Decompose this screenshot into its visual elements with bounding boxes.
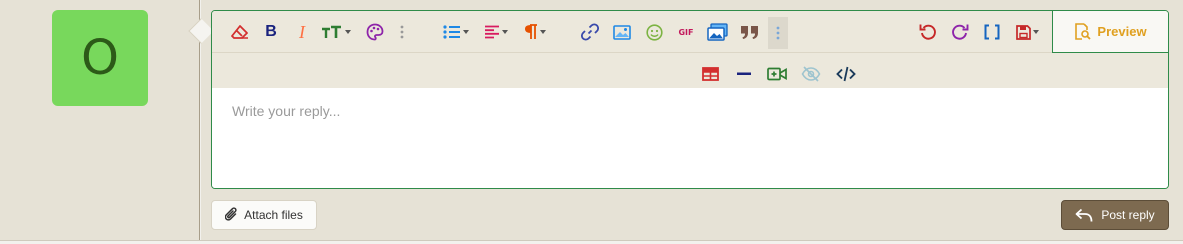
more-text-button[interactable] <box>397 21 407 43</box>
paperclip-icon <box>225 207 237 221</box>
bbcode-toggle-button[interactable] <box>981 21 1003 43</box>
chevron-down-icon <box>1032 30 1039 34</box>
undo-button[interactable] <box>918 21 938 43</box>
code-icon <box>836 66 856 82</box>
bold-button[interactable]: B <box>263 21 279 43</box>
code-button[interactable] <box>835 63 857 85</box>
image-button[interactable] <box>612 21 632 43</box>
preview-icon <box>1075 23 1092 40</box>
quote-button[interactable] <box>739 21 761 43</box>
chevron-down-icon <box>540 30 546 34</box>
align-icon <box>485 25 499 39</box>
undo-icon <box>919 24 936 40</box>
reply-textarea[interactable]: Write your reply... <box>212 88 1168 188</box>
text-color-button[interactable] <box>365 21 385 43</box>
chevron-down-icon <box>502 30 508 34</box>
avatar[interactable]: O <box>52 10 148 106</box>
image-icon <box>613 24 631 40</box>
attach-files-label: Attach files <box>244 208 303 222</box>
paragraph-button[interactable] <box>520 21 550 43</box>
media-button[interactable] <box>706 21 728 43</box>
drafts-button[interactable] <box>1012 21 1042 43</box>
table-icon <box>701 67 719 81</box>
gif-icon: GIF <box>678 27 694 37</box>
remove-format-icon <box>231 25 248 39</box>
editor-toolbar: B I GIF Preview <box>212 11 1168 88</box>
toolbar-row-primary: B I GIF Preview <box>212 11 1168 53</box>
reply-editor: B I GIF Preview Write your reply... <box>211 10 1169 189</box>
list-icon <box>443 25 460 39</box>
chevron-down-icon <box>463 30 469 34</box>
user-column: O <box>0 0 200 240</box>
horizontal-rule-icon <box>737 72 751 75</box>
horizontal-rule-button[interactable] <box>734 63 754 85</box>
post-reply-label: Post reply <box>1101 208 1155 222</box>
reply-icon <box>1075 208 1093 222</box>
spoiler-icon <box>801 66 821 82</box>
avatar-letter: O <box>81 30 119 86</box>
table-button[interactable] <box>700 63 720 85</box>
chevron-down-icon <box>345 30 351 34</box>
bbcode-toggle-icon <box>984 24 1000 40</box>
align-button[interactable] <box>482 21 510 43</box>
remove-format-button[interactable] <box>230 21 250 43</box>
preview-tab[interactable]: Preview <box>1052 11 1168 53</box>
gif-button[interactable]: GIF <box>675 21 697 43</box>
italic-icon: I <box>299 21 305 42</box>
media-icon <box>706 23 728 41</box>
more-text-icon <box>400 25 404 39</box>
bold-icon: B <box>265 23 277 40</box>
link-button[interactable] <box>580 21 600 43</box>
reply-placeholder: Write your reply... <box>232 103 341 119</box>
insert-video-icon <box>767 67 787 81</box>
emoji-button[interactable] <box>644 21 664 43</box>
text-color-icon <box>366 23 384 41</box>
link-icon <box>581 23 599 41</box>
list-button[interactable] <box>441 21 471 43</box>
redo-button[interactable] <box>950 21 970 43</box>
more-insert-button[interactable] <box>768 17 788 49</box>
drafts-icon <box>1015 24 1031 40</box>
spoiler-button[interactable] <box>800 63 822 85</box>
quote-icon <box>741 25 758 39</box>
divider <box>0 240 1183 241</box>
paragraph-icon <box>525 24 537 39</box>
insert-video-button[interactable] <box>766 63 788 85</box>
font-size-icon <box>322 25 341 38</box>
preview-label: Preview <box>1097 24 1147 39</box>
post-reply-button[interactable]: Post reply <box>1061 200 1169 230</box>
font-size-button[interactable] <box>320 21 352 43</box>
italic-button[interactable]: I <box>295 21 309 43</box>
attach-files-button[interactable]: Attach files <box>211 200 317 230</box>
redo-icon <box>952 24 969 40</box>
more-insert-icon <box>776 26 780 40</box>
emoji-icon <box>645 23 663 41</box>
